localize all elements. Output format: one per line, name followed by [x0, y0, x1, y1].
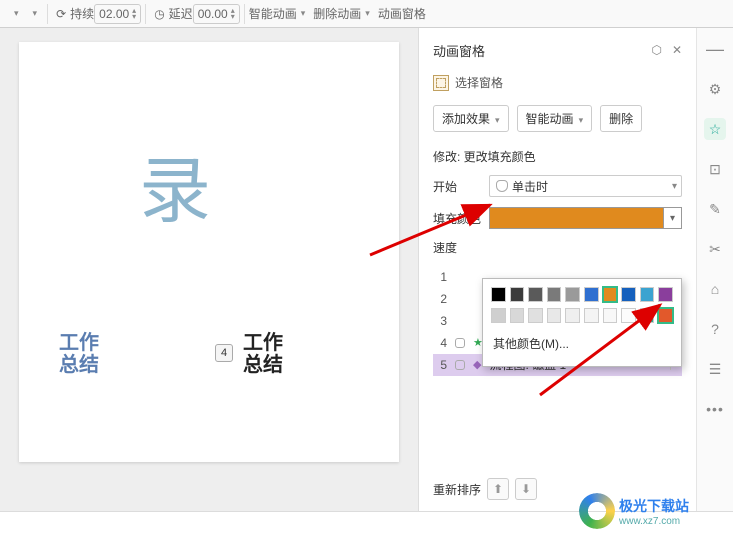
- chevron-down-icon[interactable]: ▾: [663, 208, 681, 228]
- rail-map-icon[interactable]: ⌂: [704, 278, 726, 300]
- rail-help-icon[interactable]: ?: [704, 318, 726, 340]
- rail-collapse-icon[interactable]: —: [704, 38, 726, 60]
- delay-icon: ◷: [154, 7, 164, 21]
- color-swatch[interactable]: [510, 308, 525, 323]
- logo-url: www.xz7.com: [619, 516, 689, 527]
- main-area: 录 工作总结 4 工作总结 动画窗格 ⬡ ✕ 选择窗格 添加效果 智能动画 删除: [0, 28, 733, 512]
- duration-spinner[interactable]: ▴▾: [132, 8, 136, 20]
- color-swatch[interactable]: [510, 287, 525, 302]
- add-effect-button[interactable]: 添加效果: [433, 105, 509, 132]
- color-swatch[interactable]: [491, 308, 506, 323]
- rail-more-icon[interactable]: •••: [704, 398, 726, 420]
- pin-icon[interactable]: ⬡: [651, 43, 661, 57]
- rail-tool-icon[interactable]: ✂: [704, 238, 726, 260]
- select-pane-link[interactable]: 选择窗格: [433, 74, 682, 91]
- fill-color-preview: [490, 208, 663, 228]
- mouse-icon: [455, 360, 465, 370]
- separator: [47, 4, 48, 24]
- reorder-up-button[interactable]: ⬆: [487, 478, 509, 500]
- select-pane-icon: [433, 75, 449, 91]
- start-label: 开始: [433, 178, 489, 195]
- smart-anim-button[interactable]: 智能动画: [517, 105, 593, 132]
- top-toolbar: ⟳ 持续 02.00 ▴▾ ◷ 延迟 00.00 ▴▾ 智能动画 删除动画 动画…: [0, 0, 733, 28]
- anim-seq-badge[interactable]: 4: [215, 344, 233, 362]
- textbox-1[interactable]: 工作总结: [59, 332, 99, 376]
- right-rail: — ⚙ ☆ ⊡ ✎ ✂ ⌂ ? ☰ •••: [696, 28, 733, 512]
- delete-button[interactable]: 删除: [600, 105, 642, 132]
- duration-value: 02.00: [99, 7, 129, 21]
- separator: [244, 4, 245, 24]
- delete-anim-dropdown[interactable]: 删除动画: [313, 5, 370, 22]
- toolbar-dropdown-1[interactable]: [6, 8, 25, 19]
- fill-color-selector[interactable]: ▾: [489, 207, 682, 229]
- rail-leaf-icon[interactable]: ✎: [704, 198, 726, 220]
- delay-value: 00.00: [198, 7, 228, 21]
- delay-field[interactable]: 00.00 ▴▾: [193, 4, 240, 24]
- annotation-arrow: [540, 300, 670, 405]
- slide[interactable]: 录 工作总结 4 工作总结: [19, 42, 399, 462]
- logo-name: 极光下载站: [619, 496, 689, 516]
- textbox-2[interactable]: 工作总结: [243, 332, 283, 376]
- panel-title: 动画窗格: [433, 41, 485, 60]
- toolbar-dropdown-2[interactable]: [25, 8, 44, 19]
- logo-swirl-icon: [579, 493, 615, 529]
- annotation-arrow: [370, 200, 500, 265]
- rail-shirt-icon[interactable]: ☰: [704, 358, 726, 380]
- close-icon[interactable]: ✕: [672, 43, 682, 57]
- mouse-icon: [496, 180, 508, 192]
- rail-chat-icon[interactable]: ⊡: [704, 158, 726, 180]
- color-swatch[interactable]: [491, 287, 506, 302]
- mouse-icon: [455, 338, 465, 348]
- smart-anim-dropdown[interactable]: 智能动画: [249, 5, 306, 22]
- select-pane-label: 选择窗格: [455, 74, 503, 91]
- animation-pane: 动画窗格 ⬡ ✕ 选择窗格 添加效果 智能动画 删除 修改: 更改填充颜色 开始…: [418, 28, 696, 512]
- rail-star-icon[interactable]: ☆: [704, 118, 726, 140]
- separator: [145, 4, 146, 24]
- watermark-logo: 极光下载站 www.xz7.com: [579, 493, 689, 529]
- reorder-label: 重新排序: [433, 481, 481, 498]
- diamond-icon: ◆: [473, 358, 481, 371]
- delay-label: 延迟: [169, 5, 193, 22]
- decorative-glyph: 录: [139, 132, 211, 237]
- chevron-down-icon: ▾: [672, 181, 677, 192]
- anim-pane-toolbar[interactable]: 动画窗格: [378, 5, 426, 22]
- start-select[interactable]: 单击时 ▾: [489, 175, 682, 197]
- duration-field[interactable]: 02.00 ▴▾: [94, 4, 141, 24]
- duration-label: 持续: [70, 5, 94, 22]
- rail-slider-icon[interactable]: ⚙: [704, 78, 726, 100]
- duration-icon: ⟳: [56, 7, 66, 21]
- reorder-down-button[interactable]: ⬇: [515, 478, 537, 500]
- modify-section-title: 修改: 更改填充颜色: [433, 148, 682, 165]
- delay-spinner[interactable]: ▴▾: [231, 8, 235, 20]
- start-value: 单击时: [512, 178, 548, 195]
- slide-canvas: 录 工作总结 4 工作总结: [0, 28, 418, 512]
